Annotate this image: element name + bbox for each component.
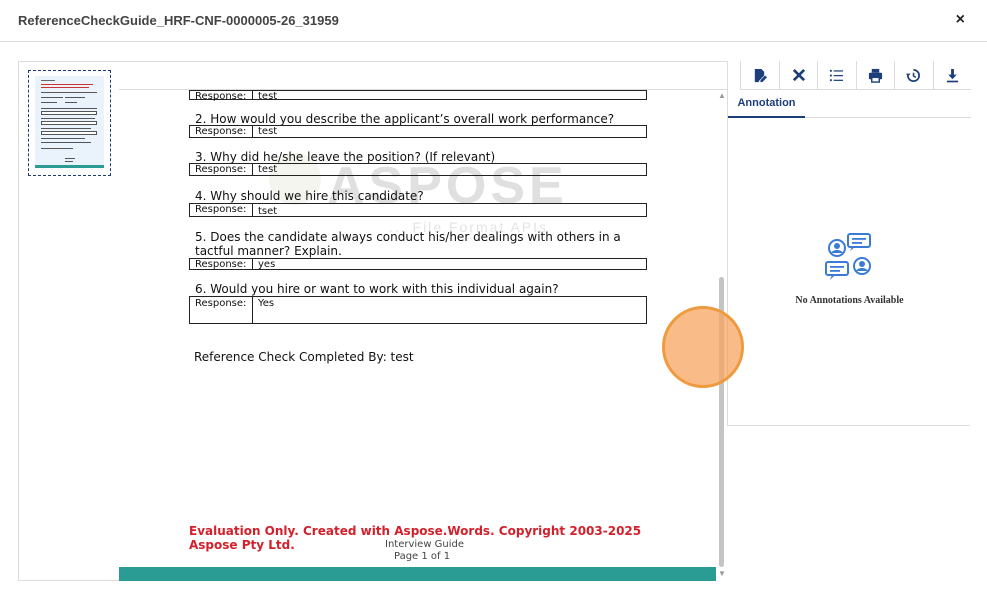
thumbnail-panel <box>18 61 119 581</box>
thumbnail-page-preview <box>35 76 104 168</box>
tools-icon <box>792 68 805 82</box>
viewer-toolbar-strip <box>119 61 727 90</box>
question-text: 5. Does the candidate always conduct his… <box>195 230 621 244</box>
footer-page-number: Page 1 of 1 <box>394 551 451 562</box>
response-label: Response: <box>190 91 253 102</box>
response-label: Response: <box>190 164 253 175</box>
no-annotations-icon <box>825 233 871 280</box>
list-icon <box>830 69 844 82</box>
page-thumbnail[interactable] <box>28 70 111 176</box>
document-page: ASPOSE ... File Format APIs Response: te… <box>119 90 716 581</box>
page-footer-bar <box>119 567 716 581</box>
close-button[interactable]: × <box>956 11 965 29</box>
history-icon <box>906 69 921 82</box>
scroll-down-arrow-icon[interactable]: ▼ <box>718 569 726 578</box>
footer-title: Interview Guide <box>385 539 465 550</box>
response-value: test <box>258 126 278 137</box>
print-button[interactable] <box>855 61 895 90</box>
response-row: Response: tset <box>189 203 647 217</box>
question-text-continued: tactful manner? Explain. <box>195 244 342 258</box>
action-toolbar <box>740 61 971 90</box>
evaluation-line-1: Evaluation Only. Created with Aspose.Wor… <box>189 524 642 538</box>
download-button[interactable] <box>932 61 972 90</box>
response-value: Yes <box>258 298 275 309</box>
response-value: yes <box>258 259 276 270</box>
thumbnail-footer-bar <box>35 165 104 168</box>
response-row: Response: test <box>189 125 647 138</box>
response-label: Response: <box>190 126 253 137</box>
no-annotations-message: No Annotations Available <box>795 295 904 306</box>
download-icon <box>946 68 958 83</box>
response-value: tset <box>258 206 278 217</box>
tools-button[interactable] <box>778 61 818 90</box>
scroll-up-arrow-icon[interactable]: ▲ <box>718 91 726 100</box>
annotation-tab-bar: Annotation <box>728 90 971 118</box>
response-row: Response: yes <box>189 258 647 270</box>
response-row: Response: Yes <box>189 296 647 324</box>
dialog-title: ReferenceCheckGuide_HRF-CNF-0000005-26_3… <box>18 13 339 28</box>
history-button[interactable] <box>894 61 933 90</box>
cursor-highlight <box>662 306 744 388</box>
question-text: 6. Would you hire or want to work with t… <box>195 282 559 296</box>
response-row: Response: test <box>189 163 647 176</box>
response-label: Response: <box>190 297 253 323</box>
question-text: 4. Why should we hire this candidate? <box>195 189 424 203</box>
response-row: Response: test <box>189 90 647 102</box>
document-viewer[interactable]: ASPOSE ... File Format APIs Response: te… <box>119 90 727 581</box>
annotation-panel: Annotation No Annotations Available <box>727 61 971 426</box>
question-text: 3. Why did he/she leave the position? (I… <box>195 150 496 164</box>
list-button[interactable] <box>817 61 856 90</box>
tab-annotation[interactable]: Annotation <box>728 90 805 118</box>
completed-by-text: Reference Check Completed By: test <box>194 350 414 364</box>
dialog-header: ReferenceCheckGuide_HRF-CNF-0000005-26_3… <box>0 0 987 42</box>
edit-document-button[interactable] <box>740 61 779 90</box>
response-value: test <box>258 164 278 175</box>
question-text: 2. How would you describe the applicant’… <box>195 112 615 126</box>
response-label: Response: <box>190 204 253 216</box>
response-value: test <box>258 91 278 102</box>
response-label: Response: <box>190 259 253 270</box>
edit-document-icon <box>755 68 768 83</box>
print-icon <box>868 68 882 83</box>
